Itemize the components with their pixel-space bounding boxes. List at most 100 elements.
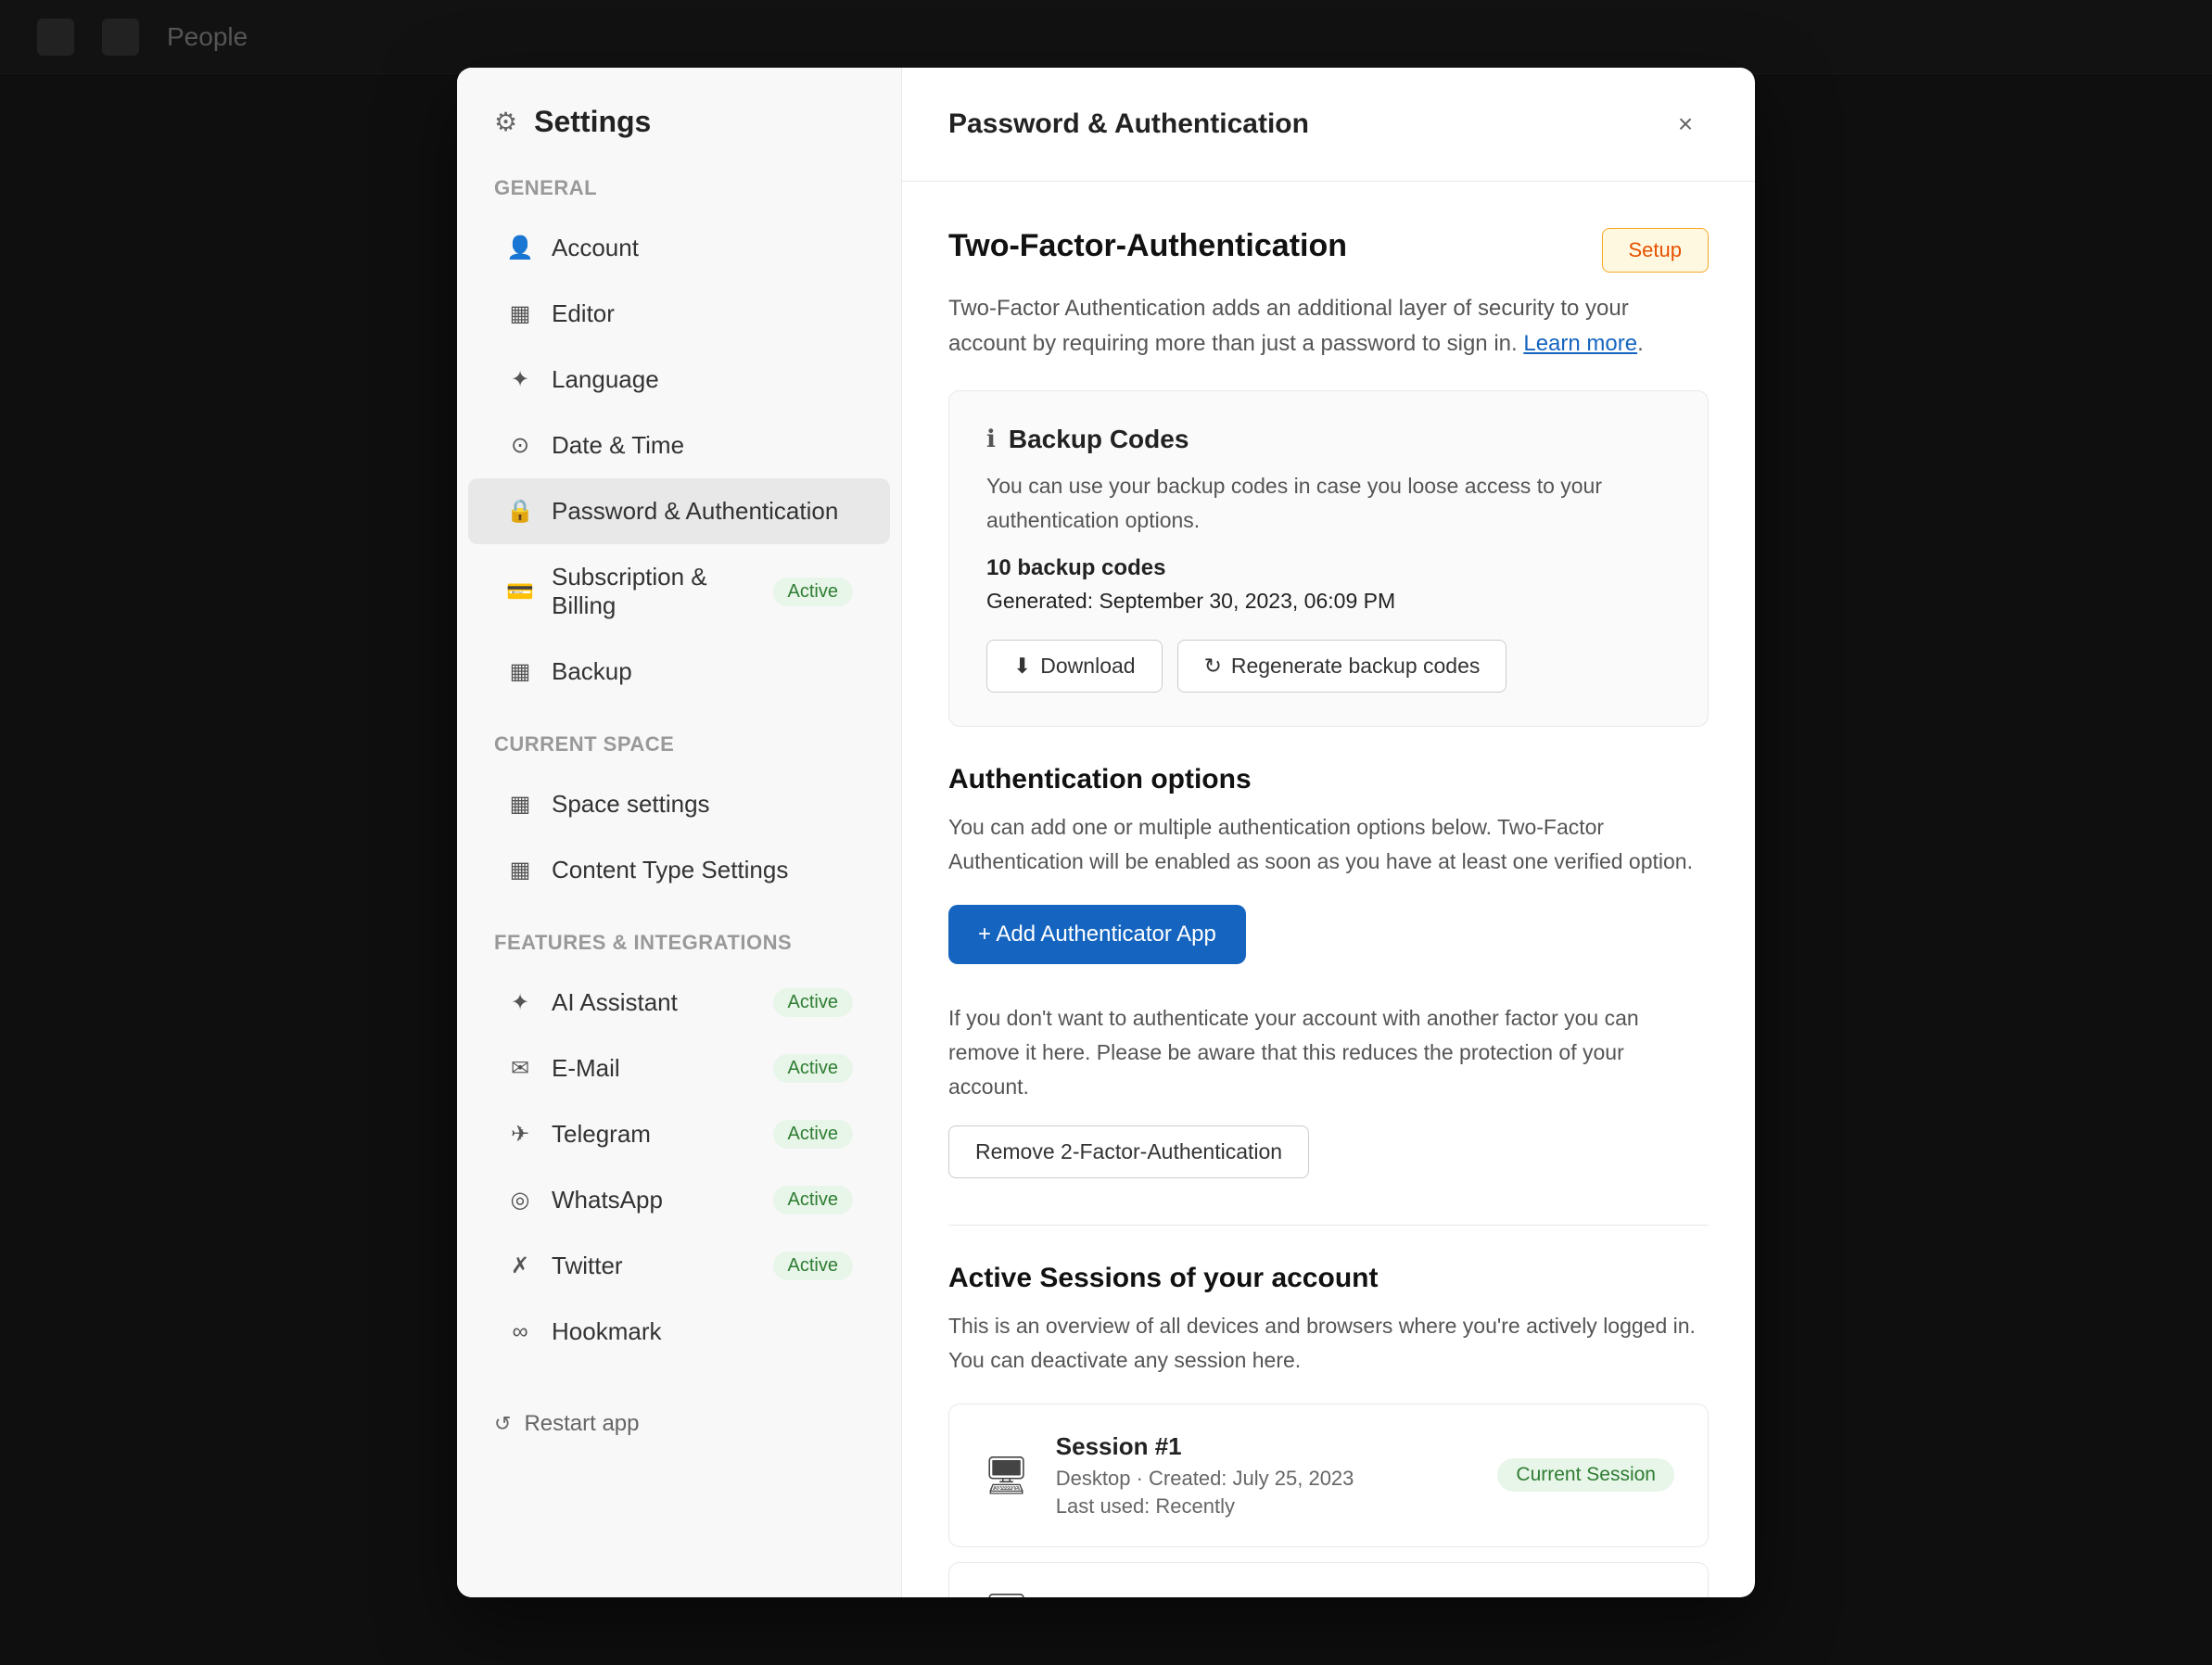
- download-button[interactable]: ⬇ Download: [986, 640, 1163, 693]
- section-label-features: Features & Integrations: [457, 931, 901, 970]
- sidebar-item-subscription[interactable]: 💳 Subscription & Billing Active: [468, 544, 890, 639]
- content-type-label: Content Type Settings: [552, 856, 853, 884]
- sidebar-item-language[interactable]: ✦ Language: [468, 347, 890, 413]
- close-button[interactable]: ×: [1662, 101, 1709, 147]
- email-label: E-Mail: [552, 1054, 756, 1083]
- email-badge: Active: [773, 1054, 853, 1083]
- hookmark-icon: ∞: [505, 1319, 535, 1345]
- main-panel-title: Password & Authentication: [948, 108, 1309, 140]
- session-2-icon: 🖥: [983, 1591, 1030, 1597]
- session-1-last-used: Last used: Recently: [1056, 1494, 1472, 1519]
- content-type-icon: ▦: [505, 857, 535, 883]
- session-1-info: Session #1 Desktop · Created: July 25, 2…: [1056, 1432, 1472, 1519]
- email-icon: ✉: [505, 1055, 535, 1082]
- backup-codes-card: ℹ Backup Codes You can use your backup c…: [948, 390, 1709, 728]
- session-card-2: 🖥 Session #2: [948, 1562, 1709, 1597]
- download-label: Download: [1040, 654, 1135, 679]
- restart-label: Restart app: [524, 1411, 639, 1437]
- backup-icon: ▦: [505, 658, 535, 685]
- sidebar-item-twitter[interactable]: ✗ Twitter Active: [468, 1233, 890, 1299]
- sidebar-item-backup[interactable]: ▦ Backup: [468, 639, 890, 705]
- section-label-general: General: [457, 176, 901, 215]
- backup-info-icon: ℹ: [986, 425, 996, 453]
- subscription-label: Subscription & Billing: [552, 563, 756, 620]
- sidebar-item-password-auth[interactable]: 🔒 Password & Authentication: [468, 478, 890, 544]
- password-icon: 🔒: [505, 498, 535, 525]
- backup-card-desc: You can use your backup codes in case yo…: [986, 469, 1671, 538]
- telegram-icon: ✈: [505, 1121, 535, 1148]
- subscription-badge: Active: [773, 578, 853, 606]
- remove-warning-text: If you don't want to authenticate your a…: [948, 1001, 1709, 1103]
- hookmark-label: Hookmark: [552, 1317, 853, 1346]
- restart-app-button[interactable]: ↺ Restart app: [457, 1392, 901, 1455]
- twitter-label: Twitter: [552, 1252, 756, 1280]
- settings-modal: ⚙ Settings General 👤 Account ▦ Editor ✦ …: [457, 68, 1755, 1597]
- space-settings-icon: ▦: [505, 791, 535, 818]
- backup-card-header: ℹ Backup Codes: [986, 425, 1671, 454]
- main-body: Two-Factor-Authentication Setup Two-Fact…: [902, 182, 1755, 1597]
- session-2-info: Session #2: [1056, 1595, 1674, 1597]
- sidebar-item-telegram[interactable]: ✈ Telegram Active: [468, 1101, 890, 1167]
- regenerate-button[interactable]: ↻ Regenerate backup codes: [1177, 640, 1507, 693]
- sidebar-item-email[interactable]: ✉ E-Mail Active: [468, 1036, 890, 1101]
- sessions-section: Active Sessions of your account This is …: [948, 1263, 1709, 1597]
- sessions-desc: This is an overview of all devices and b…: [948, 1309, 1709, 1378]
- download-icon: ⬇: [1013, 654, 1031, 679]
- tfa-title: Two-Factor-Authentication: [948, 228, 1347, 264]
- remove-2fa-button[interactable]: Remove 2-Factor-Authentication: [948, 1125, 1309, 1178]
- language-label: Language: [552, 365, 853, 394]
- learn-more-link[interactable]: Learn more: [1523, 331, 1637, 356]
- regenerate-icon: ↻: [1204, 654, 1222, 679]
- sidebar-title: Settings: [534, 105, 651, 139]
- telegram-badge: Active: [773, 1120, 853, 1149]
- ai-label: AI Assistant: [552, 988, 756, 1017]
- sidebar-item-datetime[interactable]: ⊙ Date & Time: [468, 413, 890, 478]
- sidebar-item-account[interactable]: 👤 Account: [468, 215, 890, 281]
- tfa-section-top: Two-Factor-Authentication Setup: [948, 228, 1709, 273]
- subscription-icon: 💳: [505, 578, 535, 605]
- backup-card-title: Backup Codes: [1009, 425, 1189, 454]
- space-settings-label: Space settings: [552, 790, 853, 819]
- auth-options-desc: You can add one or multiple authenticati…: [948, 810, 1709, 879]
- section-divider: [948, 1225, 1709, 1226]
- password-auth-label: Password & Authentication: [552, 497, 853, 526]
- tfa-description: Two-Factor Authentication adds an additi…: [948, 291, 1709, 362]
- backup-count: 10 backup codes: [986, 555, 1671, 581]
- sidebar-item-whatsapp[interactable]: ◎ WhatsApp Active: [468, 1167, 890, 1233]
- twitter-icon: ✗: [505, 1252, 535, 1279]
- ai-badge: Active: [773, 988, 853, 1017]
- sidebar-item-editor[interactable]: ▦ Editor: [468, 281, 890, 347]
- restart-icon: ↺: [494, 1412, 511, 1436]
- sidebar-item-content-type[interactable]: ▦ Content Type Settings: [468, 837, 890, 903]
- editor-label: Editor: [552, 299, 853, 328]
- session-card-1: 🖥 Session #1 Desktop · Created: July 25,…: [948, 1404, 1709, 1547]
- setup-button[interactable]: Setup: [1602, 228, 1710, 273]
- telegram-label: Telegram: [552, 1120, 756, 1149]
- editor-icon: ▦: [505, 300, 535, 327]
- auth-options-title: Authentication options: [948, 764, 1709, 795]
- sidebar-item-hookmark[interactable]: ∞ Hookmark: [468, 1299, 890, 1365]
- datetime-icon: ⊙: [505, 432, 535, 459]
- sidebar-item-ai[interactable]: ✦ AI Assistant Active: [468, 970, 890, 1036]
- section-label-space: Current space: [457, 732, 901, 771]
- whatsapp-label: WhatsApp: [552, 1186, 756, 1214]
- sidebar-item-space-settings[interactable]: ▦ Space settings: [468, 771, 890, 837]
- backup-actions: ⬇ Download ↻ Regenerate backup codes: [986, 640, 1671, 693]
- session-2-name: Session #2: [1056, 1595, 1674, 1597]
- language-icon: ✦: [505, 366, 535, 393]
- main-header: Password & Authentication ×: [902, 68, 1755, 182]
- settings-icon: ⚙: [494, 107, 517, 137]
- twitter-badge: Active: [773, 1252, 853, 1280]
- sidebar-header: ⚙ Settings: [457, 105, 901, 176]
- settings-sidebar: ⚙ Settings General 👤 Account ▦ Editor ✦ …: [457, 68, 902, 1597]
- datetime-label: Date & Time: [552, 431, 853, 460]
- modal-backdrop: ⚙ Settings General 👤 Account ▦ Editor ✦ …: [0, 0, 2212, 1665]
- session-1-name: Session #1: [1056, 1432, 1472, 1461]
- main-panel: Password & Authentication × Two-Factor-A…: [902, 68, 1755, 1597]
- account-icon: 👤: [505, 235, 535, 261]
- current-session-badge: Current Session: [1497, 1458, 1674, 1492]
- sessions-title: Active Sessions of your account: [948, 1263, 1709, 1294]
- add-authenticator-button[interactable]: + Add Authenticator App: [948, 905, 1246, 964]
- backup-generated: Generated: September 30, 2023, 06:09 PM: [986, 589, 1671, 614]
- whatsapp-badge: Active: [773, 1186, 853, 1214]
